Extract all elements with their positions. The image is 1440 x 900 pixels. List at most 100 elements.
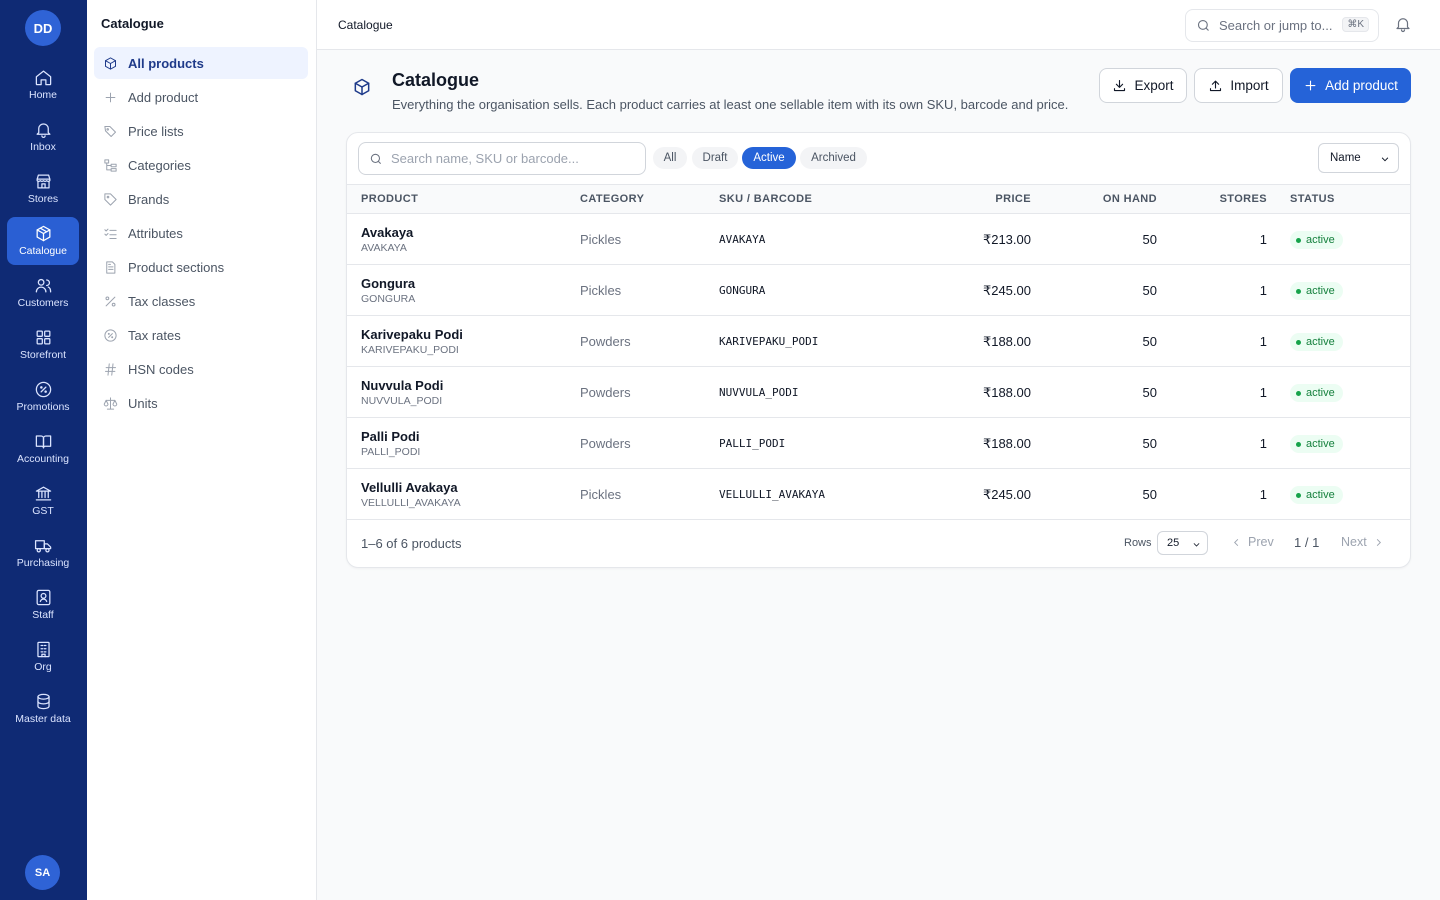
rail-label: Accounting	[17, 453, 69, 465]
sidebar-item-label: Attributes	[128, 225, 183, 241]
rail-item-customers[interactable]: Customers	[7, 269, 79, 317]
rail-item-promotions[interactable]: Promotions	[7, 373, 79, 421]
status-text: active	[1306, 234, 1335, 246]
filter-chip-draft[interactable]: Draft	[692, 147, 738, 169]
filter-chip-archived[interactable]: Archived	[800, 147, 867, 169]
rail-item-inbox[interactable]: Inbox	[7, 113, 79, 161]
rail-label: Storefront	[19, 349, 67, 361]
rail-item-purchasing[interactable]: Purchasing	[7, 529, 79, 577]
catalogue-sidebar: Catalogue All products Add product Price…	[87, 0, 317, 900]
product-stores: 1	[1259, 334, 1267, 349]
sidebar-item-all-products[interactable]: All products	[94, 47, 308, 79]
database-icon	[36, 693, 50, 710]
export-button[interactable]: Export	[1099, 68, 1187, 103]
rail-item-accounting[interactable]: Accounting	[7, 425, 79, 473]
rail-item-catalogue[interactable]: Catalogue	[7, 217, 79, 265]
product-name[interactable]: Vellulli Avakaya	[361, 480, 458, 495]
product-search[interactable]	[358, 142, 646, 175]
product-name[interactable]: Karivepaku Podi	[361, 327, 463, 342]
chevron-down-icon	[1381, 157, 1389, 162]
product-category: Pickles	[580, 487, 622, 502]
sidebar-item-hsn-codes[interactable]: HSN codes	[94, 353, 308, 385]
add-product-button[interactable]: Add product	[1290, 68, 1411, 103]
product-name[interactable]: Avakaya	[361, 225, 413, 240]
tree-icon	[104, 158, 117, 172]
product-category: Powders	[580, 334, 631, 349]
box-icon	[354, 78, 370, 96]
product-search-input[interactable]	[391, 151, 641, 166]
page-title: Catalogue	[392, 70, 480, 90]
prev-page-button[interactable]: Prev	[1231, 535, 1274, 549]
rail-item-home[interactable]: Home	[7, 61, 79, 109]
table-row[interactable]: Palli Podi PALLI_PODI Powders PALLI_PODI…	[347, 418, 1410, 469]
column-header-stores[interactable]: STORES	[1220, 193, 1267, 205]
product-name[interactable]: Palli Podi	[361, 429, 420, 444]
column-header-price[interactable]: PRICE	[995, 193, 1031, 205]
rows-per-page-select[interactable]: 25	[1157, 531, 1208, 555]
filter-chip-all[interactable]: All	[653, 147, 687, 169]
rail-item-org[interactable]: Org	[7, 633, 79, 681]
id-badge-icon	[36, 589, 50, 606]
tag-icon	[104, 192, 117, 206]
sidebar-item-label: HSN codes	[128, 361, 194, 377]
rail-item-gst[interactable]: GST	[7, 477, 79, 525]
sidebar-item-tax-classes[interactable]: Tax classes	[94, 285, 308, 317]
product-name[interactable]: Nuvvula Podi	[361, 378, 443, 393]
notifications-button[interactable]	[1394, 15, 1414, 35]
bell-icon	[36, 123, 50, 138]
sidebar-title: Catalogue	[101, 16, 164, 31]
product-name[interactable]: Gongura	[361, 276, 415, 291]
sidebar-item-categories[interactable]: Categories	[94, 149, 308, 181]
status-badge: active	[1290, 333, 1343, 351]
table-row[interactable]: Avakaya AVAKAYA Pickles AVAKAYA ₹213.00 …	[347, 214, 1410, 265]
sidebar-item-attributes[interactable]: Attributes	[94, 217, 308, 249]
global-search-input[interactable]: Search or jump to... ⌘K	[1185, 9, 1379, 42]
filter-chip-active[interactable]: Active	[742, 147, 796, 169]
sidebar-item-brands[interactable]: Brands	[94, 183, 308, 215]
breadcrumb[interactable]: Catalogue	[338, 18, 393, 32]
rail-label: Stores	[27, 193, 59, 205]
product-code: NUVVULA_PODI	[361, 395, 443, 407]
status-text: active	[1306, 489, 1335, 501]
page-subtitle: Everything the organisation sells. Each …	[392, 97, 1069, 112]
sort-select[interactable]: Name	[1318, 143, 1399, 173]
plus-icon	[1305, 80, 1316, 91]
sidebar-item-add-product[interactable]: Add product	[94, 81, 308, 113]
rail-label: Promotions	[16, 401, 70, 413]
next-page-button[interactable]: Next	[1341, 535, 1384, 549]
sidebar-item-product-sections[interactable]: Product sections	[94, 251, 308, 283]
search-icon	[370, 153, 382, 164]
sidebar-item-price-lists[interactable]: Price lists	[94, 115, 308, 147]
rail-item-staff[interactable]: Staff	[7, 581, 79, 629]
column-header-on-hand[interactable]: ON HAND	[1103, 193, 1157, 205]
table-row[interactable]: Karivepaku Podi KARIVEPAKU_PODI Powders …	[347, 316, 1410, 367]
next-label: Next	[1341, 535, 1367, 549]
status-dot	[1296, 288, 1301, 294]
product-on-hand: 50	[1142, 385, 1157, 400]
rail-item-master-data[interactable]: Master data	[7, 685, 79, 733]
store-icon	[36, 174, 50, 189]
column-header-product[interactable]: PRODUCT	[361, 193, 418, 205]
column-header-category[interactable]: CATEGORY	[580, 193, 644, 205]
topbar: Catalogue Search or jump to... ⌘K	[317, 0, 1440, 50]
user-avatar[interactable]: SA	[25, 855, 60, 890]
product-on-hand: 50	[1142, 283, 1157, 298]
sidebar-item-units[interactable]: Units	[94, 387, 308, 419]
book-icon	[35, 435, 51, 449]
table-row[interactable]: Gongura GONGURA Pickles GONGURA ₹245.00 …	[347, 265, 1410, 316]
product-category: Pickles	[580, 283, 622, 298]
table-row[interactable]: Nuvvula Podi NUVVULA_PODI Powders NUVVUL…	[347, 367, 1410, 418]
sidebar-item-tax-rates[interactable]: Tax rates	[94, 319, 308, 351]
rail-item-stores[interactable]: Stores	[7, 165, 79, 213]
rail-item-storefront[interactable]: Storefront	[7, 321, 79, 369]
column-header-sku[interactable]: SKU / BARCODE	[719, 193, 812, 205]
import-button[interactable]: Import	[1194, 68, 1283, 103]
table-row[interactable]: Vellulli Avakaya VELLULLI_AVAKAYA Pickle…	[347, 469, 1410, 520]
product-price: ₹188.00	[982, 385, 1031, 400]
product-price: ₹213.00	[982, 232, 1031, 247]
prev-label: Prev	[1248, 535, 1274, 549]
column-header-status[interactable]: STATUS	[1290, 193, 1335, 205]
global-search-placeholder: Search or jump to...	[1219, 18, 1333, 33]
org-logo[interactable]: DD	[25, 10, 61, 46]
sidebar-item-label: Tax classes	[128, 293, 196, 309]
